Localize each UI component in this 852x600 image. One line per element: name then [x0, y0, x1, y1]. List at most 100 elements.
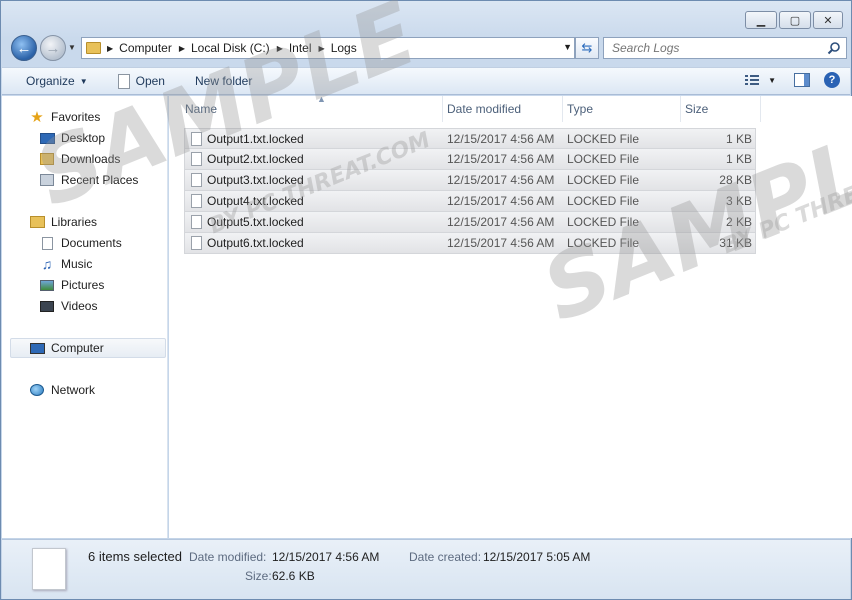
- file-name: Output1.txt.locked: [207, 131, 304, 146]
- navigation-row: ← → ▼ ▶ Computer ▶ Local Disk (C:) ▶ Intel …: [9, 35, 847, 61]
- file-size: 1 KB: [725, 152, 752, 166]
- libraries-icon: [29, 215, 45, 229]
- nav-libraries[interactable]: Libraries: [2, 212, 97, 232]
- nav-desktop[interactable]: Desktop: [2, 128, 105, 148]
- nav-documents[interactable]: Documents: [2, 233, 122, 253]
- file-rows: Output1.txt.locked 12/15/2017 4:56 AM LO…: [184, 128, 756, 254]
- nav-recent-places[interactable]: Recent Places: [2, 170, 138, 190]
- forward-button[interactable]: →: [40, 35, 66, 61]
- back-button[interactable]: ←: [11, 35, 37, 61]
- downloads-folder-icon: [39, 152, 55, 166]
- recent-pages-dropdown[interactable]: ▼: [68, 43, 76, 52]
- size-value: 62.6 KB: [272, 569, 315, 583]
- videos-icon: [39, 299, 55, 313]
- column-headers: Name ▲ Date modified Type Size: [169, 94, 852, 122]
- file-date-modified: 12/15/2017 4:56 AM: [447, 131, 555, 146]
- music-icon: ♫: [41, 256, 53, 272]
- minimize-button[interactable]: ▁: [745, 11, 777, 29]
- file-size: 1 KB: [725, 131, 752, 146]
- file-row[interactable]: Output4.txt.locked 12/15/2017 4:56 AM LO…: [184, 191, 756, 212]
- explorer-window: ▁ ▢ ✕ ← → ▼ ▶ Computer ▶ Local Disk (C:) ▶…: [0, 0, 852, 600]
- file-row[interactable]: Output1.txt.locked 12/15/2017 4:56 AM LO…: [184, 128, 756, 149]
- close-button[interactable]: ✕: [813, 11, 843, 29]
- file-row[interactable]: Output2.txt.locked 12/15/2017 4:56 AM LO…: [184, 149, 756, 170]
- arrow-right-icon: →: [45, 39, 61, 57]
- breadcrumb-local-disk[interactable]: ▶ Local Disk (C:): [179, 41, 270, 55]
- recent-places-icon: [39, 173, 55, 187]
- nav-videos[interactable]: Videos: [2, 296, 97, 316]
- address-bar[interactable]: ▶ Computer ▶ Local Disk (C:) ▶ Intel ▶ Logs …: [81, 37, 575, 59]
- address-dropdown-icon[interactable]: ▼: [563, 42, 572, 52]
- nav-downloads[interactable]: Downloads: [2, 149, 120, 169]
- view-details-icon[interactable]: [744, 73, 760, 87]
- maximize-button[interactable]: ▢: [779, 11, 811, 29]
- sort-ascending-icon: ▲: [317, 94, 326, 104]
- size-label: Size:: [245, 569, 272, 583]
- refresh-button[interactable]: ⇆: [575, 37, 599, 59]
- breadcrumb-computer[interactable]: ▶ Computer: [107, 41, 172, 55]
- chevron-down-icon: ▼: [79, 76, 88, 86]
- organize-button[interactable]: Organize ▼: [2, 68, 100, 94]
- file-size: 31 KB: [719, 236, 752, 250]
- date-modified-value: 12/15/2017 4:56 AM: [272, 550, 380, 564]
- nav-music[interactable]: ♫ Music: [2, 254, 93, 274]
- file-size: 2 KB: [725, 215, 752, 229]
- breadcrumb-logs[interactable]: ▶ Logs: [319, 41, 357, 55]
- chevron-right-icon: ▶: [318, 43, 325, 53]
- caption-buttons: ▁ ▢ ✕: [743, 11, 843, 29]
- help-icon[interactable]: ?: [824, 72, 840, 88]
- star-icon: ★: [30, 109, 44, 126]
- computer-icon: [29, 341, 45, 355]
- view-options-dropdown[interactable]: ▼: [768, 76, 776, 85]
- file-row[interactable]: Output6.txt.locked 12/15/2017 4:56 AM LO…: [184, 233, 756, 254]
- chevron-right-icon: ▶: [107, 43, 114, 53]
- nav-pictures[interactable]: Pictures: [2, 275, 104, 295]
- new-folder-button[interactable]: New folder: [177, 68, 264, 94]
- navigation-pane: ★ Favorites Desktop Downloads Recent Pla…: [2, 96, 168, 538]
- multiple-files-icon: [32, 548, 66, 590]
- selection-count: 6 items selected: [88, 549, 182, 564]
- file-icon: [191, 194, 202, 208]
- date-created-value: 12/15/2017 5:05 AM: [483, 550, 591, 564]
- column-header-date-modified[interactable]: Date modified: [443, 96, 563, 122]
- open-button[interactable]: Open: [100, 68, 177, 94]
- network-icon: [29, 383, 45, 397]
- chevron-right-icon: ▶: [276, 43, 283, 53]
- file-row[interactable]: Output3.txt.locked 12/15/2017 4:56 AM LO…: [184, 170, 756, 191]
- file-list: Name ▲ Date modified Type Size Output1.t…: [169, 94, 852, 538]
- search-icon[interactable]: [827, 41, 841, 55]
- nav-computer[interactable]: Computer: [10, 338, 166, 358]
- preview-pane-icon[interactable]: [794, 73, 810, 87]
- column-header-type[interactable]: Type: [563, 96, 681, 122]
- file-size: 3 KB: [725, 194, 752, 208]
- file-name: Output5.txt.locked: [207, 215, 304, 229]
- search-box: [603, 37, 847, 59]
- file-row[interactable]: Output5.txt.locked 12/15/2017 4:56 AM LO…: [184, 212, 756, 233]
- nav-favorites[interactable]: ★ Favorites: [2, 107, 100, 127]
- nav-network[interactable]: Network: [2, 380, 95, 400]
- file-icon: [191, 215, 202, 229]
- file-name: Output3.txt.locked: [207, 173, 304, 187]
- file-name: Output2.txt.locked: [207, 152, 304, 166]
- toolbar-right: ▼ ?: [744, 72, 840, 88]
- column-header-size[interactable]: Size: [681, 96, 761, 122]
- file-icon: [191, 173, 202, 187]
- date-created-label: Date created:: [409, 550, 482, 564]
- file-type: LOCKED File: [567, 131, 640, 146]
- file-date-modified: 12/15/2017 4:56 AM: [447, 236, 555, 250]
- desktop-icon: [39, 131, 55, 145]
- file-icon: [191, 152, 202, 166]
- file-type: LOCKED File: [567, 215, 640, 229]
- column-header-name[interactable]: Name ▲: [181, 94, 443, 122]
- file-type: LOCKED File: [567, 152, 640, 166]
- file-icon: [191, 132, 202, 146]
- command-bar: Organize ▼ Open New folder ▼ ?: [2, 67, 850, 95]
- file-name: Output6.txt.locked: [207, 236, 304, 250]
- file-name: Output4.txt.locked: [207, 194, 304, 208]
- breadcrumb-intel[interactable]: ▶ Intel: [277, 41, 312, 55]
- file-date-modified: 12/15/2017 4:56 AM: [447, 215, 555, 229]
- search-input[interactable]: [610, 40, 820, 56]
- file-type: LOCKED File: [567, 194, 640, 208]
- details-pane: 6 items selected Date modified: 12/15/20…: [2, 539, 850, 599]
- pictures-icon: [39, 278, 55, 292]
